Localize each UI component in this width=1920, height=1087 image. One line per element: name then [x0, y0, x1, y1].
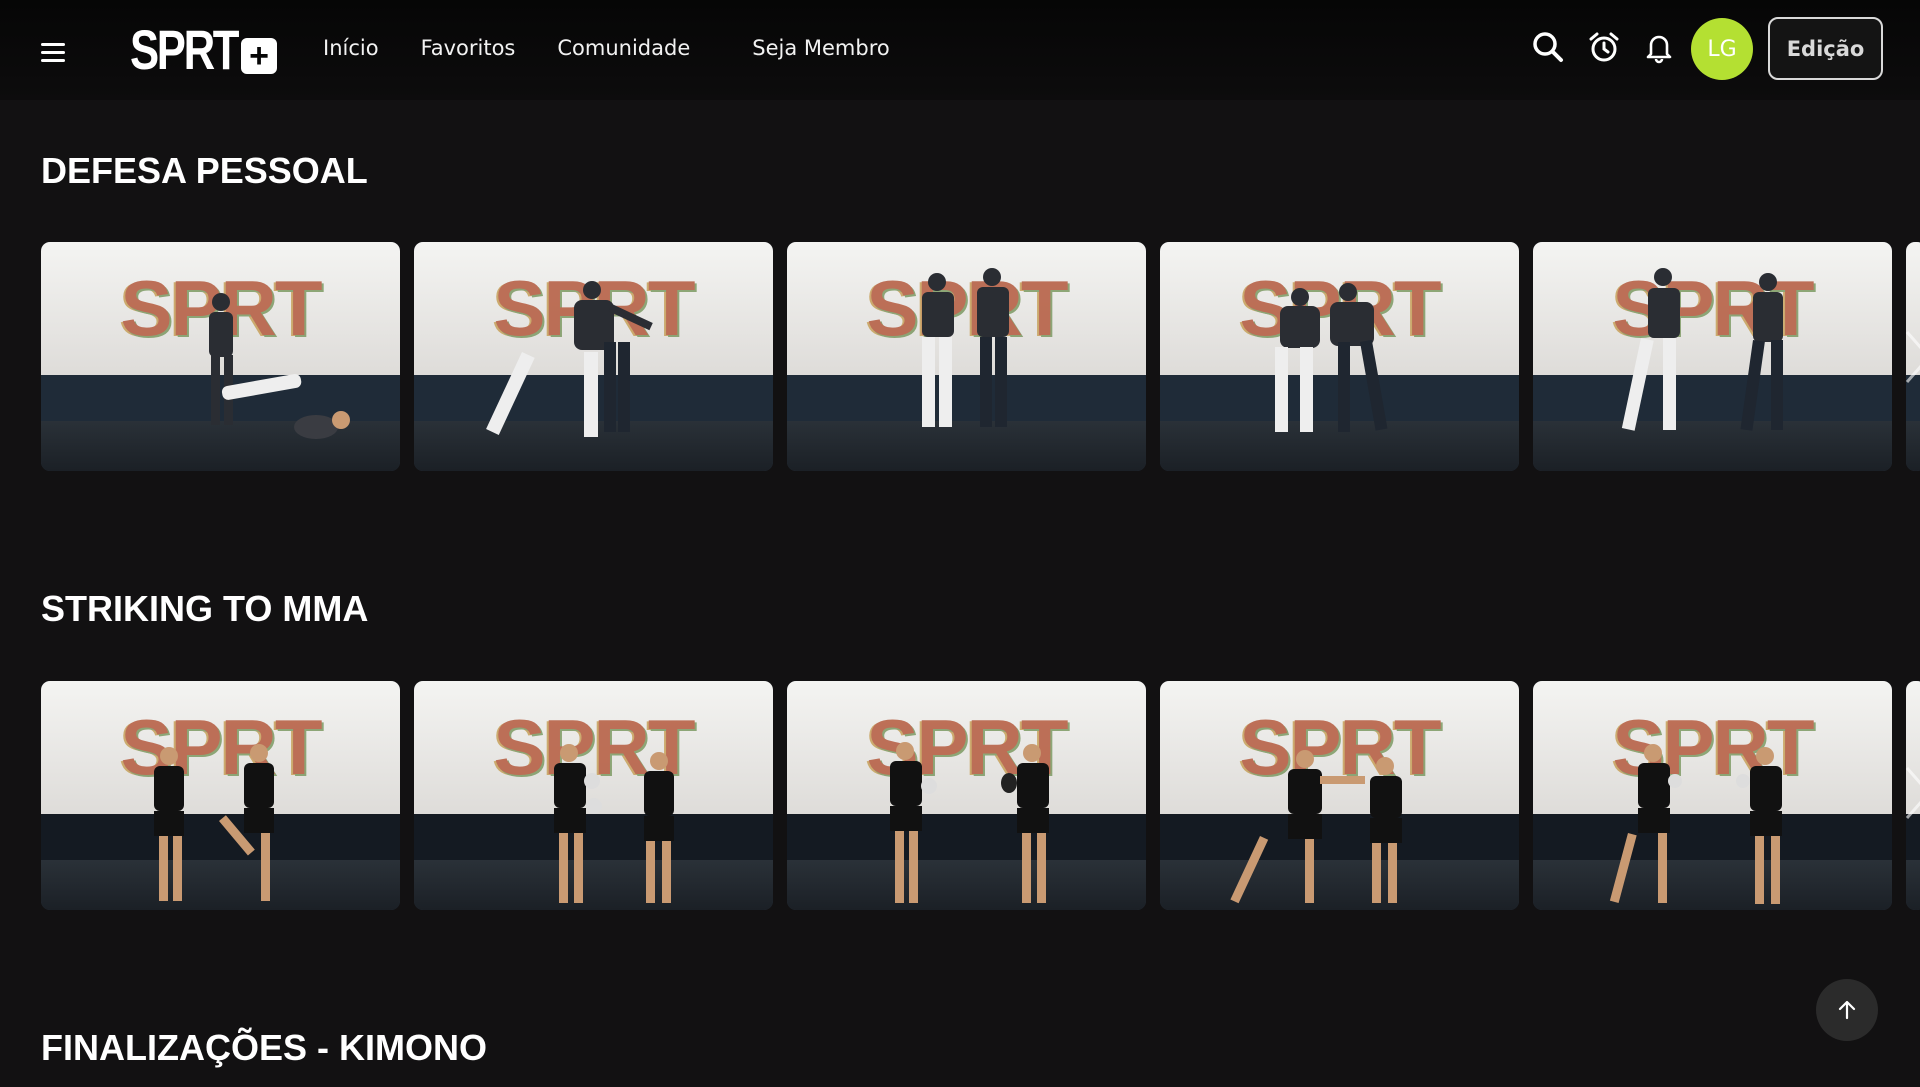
video-carousel-defesa-pessoal: SPRT SPRT SPRT SPRT SPRT [41, 242, 1920, 472]
top-navigation-bar: SPRT + Início Favoritos Comunidade Seja … [0, 0, 1920, 100]
video-thumbnail[interactable]: SPRT [414, 242, 773, 471]
video-thumbnail[interactable]: SPRT [41, 681, 400, 910]
bell-icon[interactable] [1642, 30, 1676, 64]
main-nav: Início Favoritos Comunidade Seja Membro [323, 36, 890, 60]
sprt-plus-logo[interactable]: SPRT + [130, 18, 277, 81]
video-thumbnail[interactable]: SPRT [1533, 681, 1892, 910]
section-title-striking-to-mma: STRIKING TO MMA [41, 588, 369, 629]
user-avatar[interactable]: LG [1691, 18, 1753, 80]
nav-favoritos[interactable]: Favoritos [421, 36, 516, 60]
nav-comunidade[interactable]: Comunidade [557, 36, 690, 60]
video-thumbnail[interactable]: SPRT [1160, 242, 1519, 471]
video-thumbnail[interactable]: SPRT [787, 681, 1146, 910]
edition-button[interactable]: Edição [1768, 17, 1883, 80]
video-thumbnail[interactable]: SPRT [414, 681, 773, 910]
logo-text: SPRT [130, 18, 239, 81]
video-thumbnail[interactable]: SPRT [1160, 681, 1519, 910]
nav-seja-membro[interactable]: Seja Membro [752, 36, 889, 60]
arrow-up-icon [1838, 1000, 1856, 1020]
video-thumbnail[interactable]: SPRT [41, 242, 400, 471]
video-thumbnail[interactable]: SPRT [787, 242, 1146, 471]
alarm-clock-icon[interactable] [1587, 30, 1621, 64]
logo-plus-badge: + [241, 38, 277, 74]
scroll-to-top-button[interactable] [1816, 979, 1878, 1041]
video-thumbnail[interactable]: SPRT [1533, 242, 1892, 471]
menu-icon[interactable] [41, 43, 65, 63]
section-title-finalizacoes-kimono: FINALIZAÇÕES - KIMONO [41, 1027, 487, 1068]
nav-inicio[interactable]: Início [323, 36, 379, 60]
search-icon[interactable] [1531, 30, 1565, 64]
chevron-right-icon[interactable] [1901, 327, 1920, 387]
chevron-right-icon[interactable] [1901, 763, 1920, 823]
section-title-defesa-pessoal: DEFESA PESSOAL [41, 150, 368, 191]
video-carousel-striking-to-mma: SPRT SPRT SPRT SPRT SPRT [41, 681, 1920, 911]
